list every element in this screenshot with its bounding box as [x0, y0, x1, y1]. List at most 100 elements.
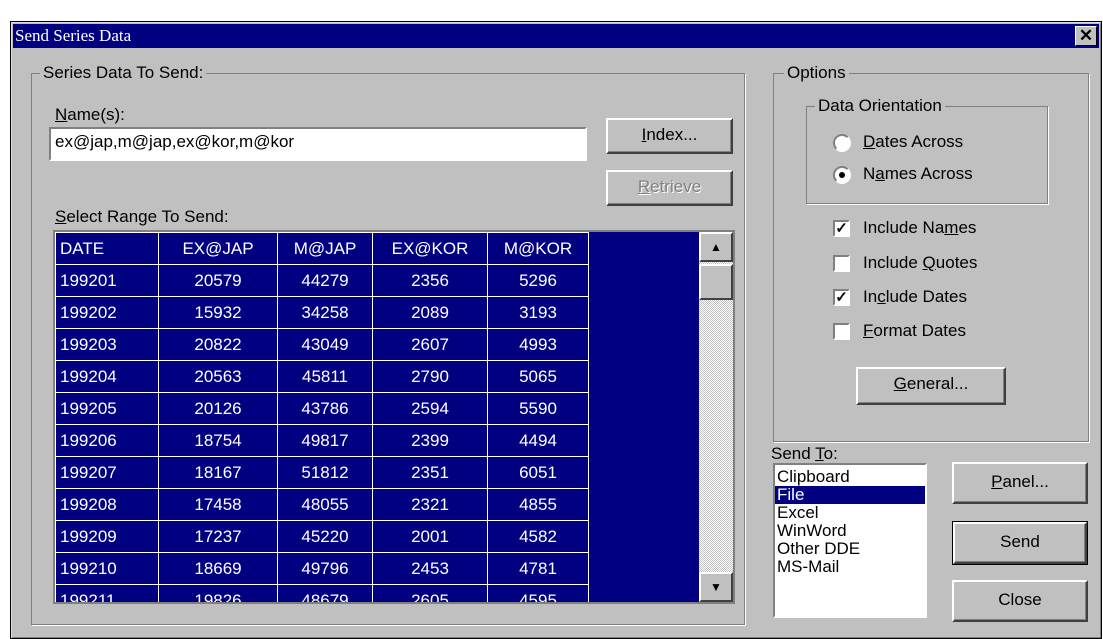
cell-m-jap[interactable]: 51812: [277, 456, 373, 489]
send-to-listbox[interactable]: Clipboard File Excel WinWord Other DDE MS-Mai…: [773, 463, 927, 618]
dates-across-radio[interactable]: Dates Across: [833, 132, 1033, 156]
table-row[interactable]: 199203 20822 43049 2607 4993: [55, 328, 589, 361]
cell-m-kor[interactable]: 5296: [487, 264, 589, 297]
cell-m-jap[interactable]: 44279: [277, 264, 373, 297]
cell-ex-jap[interactable]: 20822: [158, 328, 278, 361]
panel-button[interactable]: Panel...: [952, 462, 1088, 504]
cell-ex-jap[interactable]: 18754: [158, 424, 278, 457]
cell-ex-jap[interactable]: 20563: [158, 360, 278, 393]
table-row[interactable]: 199207 18167 51812 2351 6051: [55, 456, 589, 489]
cell-ex-kor[interactable]: 2001: [372, 520, 488, 553]
cell-ex-jap[interactable]: 18167: [158, 456, 278, 489]
header-ex-kor[interactable]: EX@KOR: [372, 232, 488, 265]
table-row[interactable]: 199209 17237 45220 2001 4582: [55, 520, 589, 553]
cell-m-kor[interactable]: 4781: [487, 552, 589, 585]
cell-ex-kor[interactable]: 2594: [372, 392, 488, 425]
names-input[interactable]: ex@jap,m@jap,ex@kor,m@kor: [49, 127, 587, 161]
cell-date[interactable]: 199207: [55, 456, 159, 489]
header-m-jap[interactable]: M@JAP: [277, 232, 373, 265]
range-grid[interactable]: DATE EX@JAP M@JAP EX@KOR M@KOR 199201 205…: [53, 230, 735, 604]
include-quotes-checkbox[interactable]: Include Quotes: [833, 253, 1053, 277]
cell-m-kor[interactable]: 4595: [487, 584, 589, 602]
dates-across-radio-circle[interactable]: [833, 134, 851, 152]
cell-ex-jap[interactable]: 17458: [158, 488, 278, 521]
cell-m-kor[interactable]: 4855: [487, 488, 589, 521]
cell-ex-kor[interactable]: 2607: [372, 328, 488, 361]
cell-m-jap[interactable]: 49796: [277, 552, 373, 585]
cell-ex-jap[interactable]: 15932: [158, 296, 278, 329]
include-dates-checkbox[interactable]: ✓ Include Dates: [833, 287, 1053, 311]
cell-date[interactable]: 199203: [55, 328, 159, 361]
cell-m-jap[interactable]: 43786: [277, 392, 373, 425]
names-across-radio-circle[interactable]: [833, 166, 851, 184]
include-dates-box[interactable]: ✓: [833, 289, 850, 306]
cell-m-jap[interactable]: 43049: [277, 328, 373, 361]
table-row[interactable]: 199206 18754 49817 2399 4494: [55, 424, 589, 457]
cell-ex-jap[interactable]: 17237: [158, 520, 278, 553]
scroll-up-button[interactable]: ▲: [699, 232, 733, 262]
cell-date[interactable]: 199211: [55, 584, 159, 602]
cell-date[interactable]: 199206: [55, 424, 159, 457]
include-names-checkbox[interactable]: ✓ Include Names: [833, 218, 1053, 242]
cell-date[interactable]: 199209: [55, 520, 159, 553]
cell-ex-kor[interactable]: 2351: [372, 456, 488, 489]
send-to-item[interactable]: WinWord: [775, 522, 925, 540]
send-to-item[interactable]: Other DDE: [775, 540, 925, 558]
cell-date[interactable]: 199205: [55, 392, 159, 425]
grid-scrollbar[interactable]: ▲ ▼: [699, 232, 733, 602]
cell-ex-jap[interactable]: 20579: [158, 264, 278, 297]
cell-ex-kor[interactable]: 2605: [372, 584, 488, 602]
cell-m-kor[interactable]: 4582: [487, 520, 589, 553]
cell-ex-jap[interactable]: 19826: [158, 584, 278, 602]
cell-m-kor[interactable]: 4993: [487, 328, 589, 361]
cell-m-jap[interactable]: 45220: [277, 520, 373, 553]
cell-m-kor[interactable]: 5065: [487, 360, 589, 393]
table-row[interactable]: 199205 20126 43786 2594 5590: [55, 392, 589, 425]
include-names-box[interactable]: ✓: [833, 220, 850, 237]
table-row[interactable]: 199201 20579 44279 2356 5296: [55, 264, 589, 297]
cell-ex-jap[interactable]: 18669: [158, 552, 278, 585]
send-to-item[interactable]: Excel: [775, 504, 925, 522]
cell-ex-kor[interactable]: 2321: [372, 488, 488, 521]
close-window-button[interactable]: ✕: [1075, 26, 1097, 46]
table-row[interactable]: 199208 17458 48055 2321 4855: [55, 488, 589, 521]
send-button[interactable]: Send: [952, 521, 1088, 565]
cell-m-kor[interactable]: 6051: [487, 456, 589, 489]
format-dates-checkbox[interactable]: Format Dates: [833, 321, 1053, 345]
scroll-thumb[interactable]: [699, 264, 733, 300]
header-ex-jap[interactable]: EX@JAP: [158, 232, 278, 265]
table-row[interactable]: 199211 19826 48679 2605 4595: [55, 584, 589, 602]
cell-date[interactable]: 199202: [55, 296, 159, 329]
cell-m-jap[interactable]: 49817: [277, 424, 373, 457]
cell-ex-jap[interactable]: 20126: [158, 392, 278, 425]
table-row[interactable]: 199202 15932 34258 2089 3193: [55, 296, 589, 329]
cell-ex-kor[interactable]: 2453: [372, 552, 488, 585]
cell-m-kor[interactable]: 5590: [487, 392, 589, 425]
general-button[interactable]: General...: [856, 367, 1006, 405]
cell-m-kor[interactable]: 3193: [487, 296, 589, 329]
send-to-item[interactable]: Clipboard: [775, 468, 925, 486]
cell-m-jap[interactable]: 48055: [277, 488, 373, 521]
table-row[interactable]: 199210 18669 49796 2453 4781: [55, 552, 589, 585]
send-to-item[interactable]: MS-Mail: [775, 558, 925, 576]
names-across-radio[interactable]: Names Across: [833, 164, 1033, 188]
retrieve-button[interactable]: Retrieve: [606, 170, 733, 206]
close-button[interactable]: Close: [952, 580, 1088, 622]
cell-ex-kor[interactable]: 2356: [372, 264, 488, 297]
header-m-kor[interactable]: M@KOR: [487, 232, 589, 265]
range-table[interactable]: DATE EX@JAP M@JAP EX@KOR M@KOR 199201 205…: [55, 232, 589, 602]
include-quotes-box[interactable]: [833, 255, 850, 272]
cell-m-jap[interactable]: 45811: [277, 360, 373, 393]
cell-ex-kor[interactable]: 2089: [372, 296, 488, 329]
table-row[interactable]: 199204 20563 45811 2790 5065: [55, 360, 589, 393]
cell-date[interactable]: 199201: [55, 264, 159, 297]
cell-m-kor[interactable]: 4494: [487, 424, 589, 457]
cell-m-jap[interactable]: 48679: [277, 584, 373, 602]
cell-m-jap[interactable]: 34258: [277, 296, 373, 329]
index-button[interactable]: Index...: [606, 118, 733, 154]
cell-ex-kor[interactable]: 2399: [372, 424, 488, 457]
header-date[interactable]: DATE: [55, 232, 159, 265]
cell-date[interactable]: 199210: [55, 552, 159, 585]
cell-date[interactable]: 199204: [55, 360, 159, 393]
send-to-item[interactable]: File: [775, 486, 925, 504]
